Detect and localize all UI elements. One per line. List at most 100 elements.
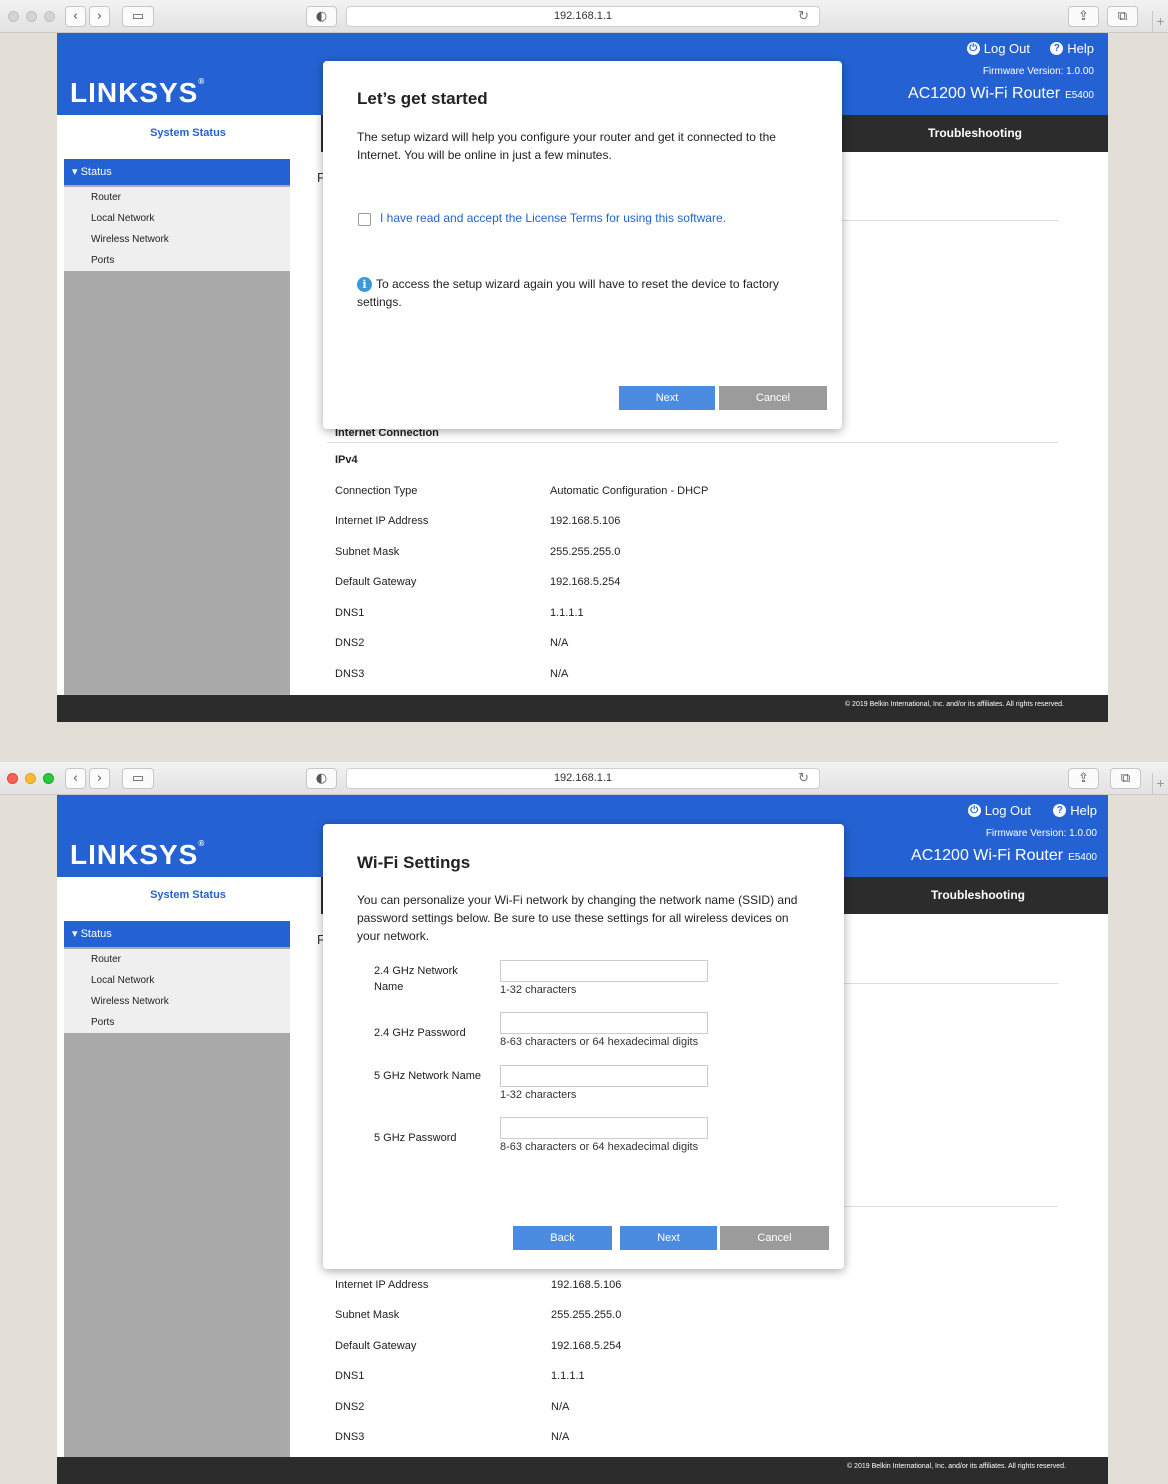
row-value: N/A <box>550 637 569 649</box>
sidebar: ▾ Status Router Local Network Wireless N… <box>64 159 290 695</box>
close-window-button[interactable] <box>8 11 19 22</box>
privacy-shield-icon[interactable]: ◐ <box>306 6 337 27</box>
sidebar-submenu: Router Local Network Wireless Network Po… <box>64 187 290 271</box>
field-hint: 1-32 characters <box>500 984 577 996</box>
license-checkbox[interactable] <box>358 213 371 226</box>
back-button[interactable]: Back <box>513 1226 612 1250</box>
wifi-5-password-input[interactable] <box>500 1117 708 1139</box>
tabs-overview-icon[interactable]: ⧉ <box>1110 768 1141 789</box>
row-label: DNS2 <box>335 637 365 649</box>
close-window-button[interactable] <box>7 773 18 784</box>
row-value: 1.1.1.1 <box>550 607 584 619</box>
info-note: i To access the setup wizard again you wi… <box>357 277 779 309</box>
row-label: Subnet Mask <box>335 546 400 558</box>
zoom-window-button[interactable] <box>43 773 54 784</box>
back-icon[interactable]: ‹ <box>65 768 86 789</box>
sidebar-toggle-icon[interactable]: ▭ <box>122 6 154 27</box>
share-icon[interactable]: ⇪ <box>1068 6 1099 27</box>
sidebar-item-wireless-network[interactable]: Wireless Network <box>64 991 290 1012</box>
firmware-version: Firmware Version: 1.0.00 <box>982 66 1094 77</box>
sidebar-item-ports[interactable]: Ports <box>64 1012 290 1033</box>
wifi-24-name-input[interactable] <box>500 960 708 982</box>
logout-link[interactable]: ⏻ Log Out <box>966 41 1030 56</box>
share-icon[interactable]: ⇪ <box>1068 768 1099 789</box>
help-link[interactable]: ? Help <box>1053 803 1097 818</box>
tab-troubleshooting[interactable]: Troubleshooting <box>900 115 1050 151</box>
cancel-button[interactable]: Cancel <box>720 1226 829 1250</box>
new-tab-button[interactable]: + <box>1152 773 1168 795</box>
row-label: Connection Type <box>335 485 418 497</box>
sidebar-item-router[interactable]: Router <box>64 949 290 970</box>
dialog-title: Wi-Fi Settings <box>357 853 471 872</box>
row-value: Automatic Configuration - DHCP <box>550 485 709 497</box>
row-label: Default Gateway <box>335 1340 417 1352</box>
forward-icon[interactable]: › <box>89 6 110 27</box>
linksys-logo: LINKSYS® <box>70 77 206 108</box>
cancel-button[interactable]: Cancel <box>719 386 827 410</box>
url-text: 192.168.1.1 <box>553 10 613 22</box>
footer-copyright: © 2019 Belkin International, Inc. and/or… <box>57 695 1108 722</box>
next-button[interactable]: Next <box>620 1226 717 1250</box>
sidebar-item-ports[interactable]: Ports <box>64 250 290 271</box>
ipv4-heading: IPv4 <box>335 454 358 466</box>
zoom-window-button[interactable] <box>44 11 55 22</box>
privacy-shield-icon[interactable]: ◐ <box>306 768 337 789</box>
row-value: 192.168.5.106 <box>551 1279 622 1291</box>
tab-troubleshooting[interactable]: Troubleshooting <box>903 877 1053 913</box>
field-label: 5 GHz Password <box>374 1132 457 1144</box>
license-terms-link[interactable]: I have read and accept the License Terms… <box>380 211 726 225</box>
field-hint: 1-32 characters <box>500 1089 577 1101</box>
field-label: 5 GHz Network Name <box>374 1070 481 1082</box>
sidebar-item-status[interactable]: ▾ Status <box>64 921 290 947</box>
address-bar[interactable]: 192.168.1.1 ↻ <box>346 6 820 27</box>
power-icon: ⏻ <box>966 42 980 55</box>
row-label: Default Gateway <box>335 576 417 588</box>
field-label: 2.4 GHz Password <box>374 1027 466 1039</box>
power-icon: ⏻ <box>967 804 981 817</box>
setup-wizard-dialog: Let’s get started The setup wizard will … <box>323 61 842 429</box>
help-icon: ? <box>1050 42 1064 55</box>
row-label: Internet IP Address <box>335 1279 429 1291</box>
sidebar-item-local-network[interactable]: Local Network <box>64 208 290 229</box>
field-label: 2.4 GHz Network Name <box>374 965 458 993</box>
sidebar-item-local-network[interactable]: Local Network <box>64 970 290 991</box>
minimize-window-button[interactable] <box>26 11 37 22</box>
row-label: Internet IP Address <box>335 515 429 527</box>
minimize-window-button[interactable] <box>25 773 36 784</box>
linksys-logo: LINKSYS® <box>70 839 206 870</box>
sidebar-toggle-icon[interactable]: ▭ <box>122 768 154 789</box>
row-label: DNS1 <box>335 1370 365 1382</box>
row-value: 192.168.5.254 <box>551 1340 622 1352</box>
wifi-5-name-input[interactable] <box>500 1065 708 1087</box>
dialog-intro: The setup wizard will help you configure… <box>357 130 776 162</box>
row-value: 255.255.255.0 <box>550 546 621 558</box>
browser-toolbar: ‹ › ▭ ◐ 192.168.1.1 ↻ ⇪ ⧉ + <box>0 762 1168 795</box>
row-value: N/A <box>551 1401 570 1413</box>
reload-icon[interactable]: ↻ <box>798 769 809 788</box>
sidebar-item-router[interactable]: Router <box>64 187 290 208</box>
wifi-24-password-input[interactable] <box>500 1012 708 1034</box>
new-tab-button[interactable]: + <box>1152 11 1168 33</box>
logout-link[interactable]: ⏻ Log Out <box>967 803 1031 818</box>
system-status-title: System Status <box>150 127 226 139</box>
tabs-overview-icon[interactable]: ⧉ <box>1107 6 1138 27</box>
back-icon[interactable]: ‹ <box>65 6 86 27</box>
forward-icon[interactable]: › <box>89 768 110 789</box>
reload-icon[interactable]: ↻ <box>798 7 809 26</box>
row-value: 192.168.5.106 <box>550 515 621 527</box>
help-icon: ? <box>1053 804 1067 817</box>
row-value: N/A <box>550 668 569 680</box>
sidebar-item-status[interactable]: ▾ Status <box>64 159 290 185</box>
address-bar[interactable]: 192.168.1.1 ↻ <box>346 768 820 789</box>
wifi-settings-dialog: Wi-Fi Settings You can personalize your … <box>323 824 844 1269</box>
dialog-intro: You can personalize your Wi-Fi network b… <box>357 893 798 943</box>
row-label: Subnet Mask <box>335 1309 400 1321</box>
row-label: DNS3 <box>335 668 365 680</box>
sidebar-item-wireless-network[interactable]: Wireless Network <box>64 229 290 250</box>
field-hint: 8-63 characters or 64 hexadecimal digits <box>500 1036 699 1048</box>
help-link[interactable]: ? Help <box>1050 41 1094 56</box>
footer-copyright: © 2019 Belkin International, Inc. and/or… <box>57 1457 1108 1484</box>
row-label: DNS3 <box>335 1431 365 1443</box>
router-model: AC1200 Wi-Fi Router E5400 <box>908 85 1094 102</box>
next-button[interactable]: Next <box>619 386 715 410</box>
